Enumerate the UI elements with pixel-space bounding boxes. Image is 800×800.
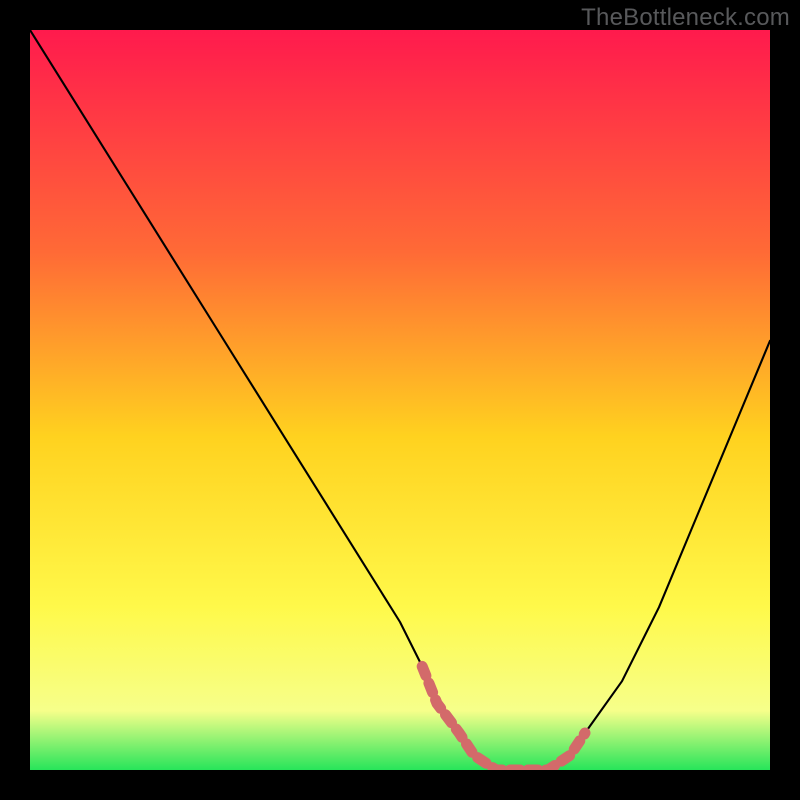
plot-area: [30, 30, 770, 770]
gradient-background: [30, 30, 770, 770]
chart-svg: [30, 30, 770, 770]
watermark-text: TheBottleneck.com: [581, 4, 790, 32]
chart-frame: { "watermark": "TheBottleneck.com", "col…: [0, 0, 800, 800]
